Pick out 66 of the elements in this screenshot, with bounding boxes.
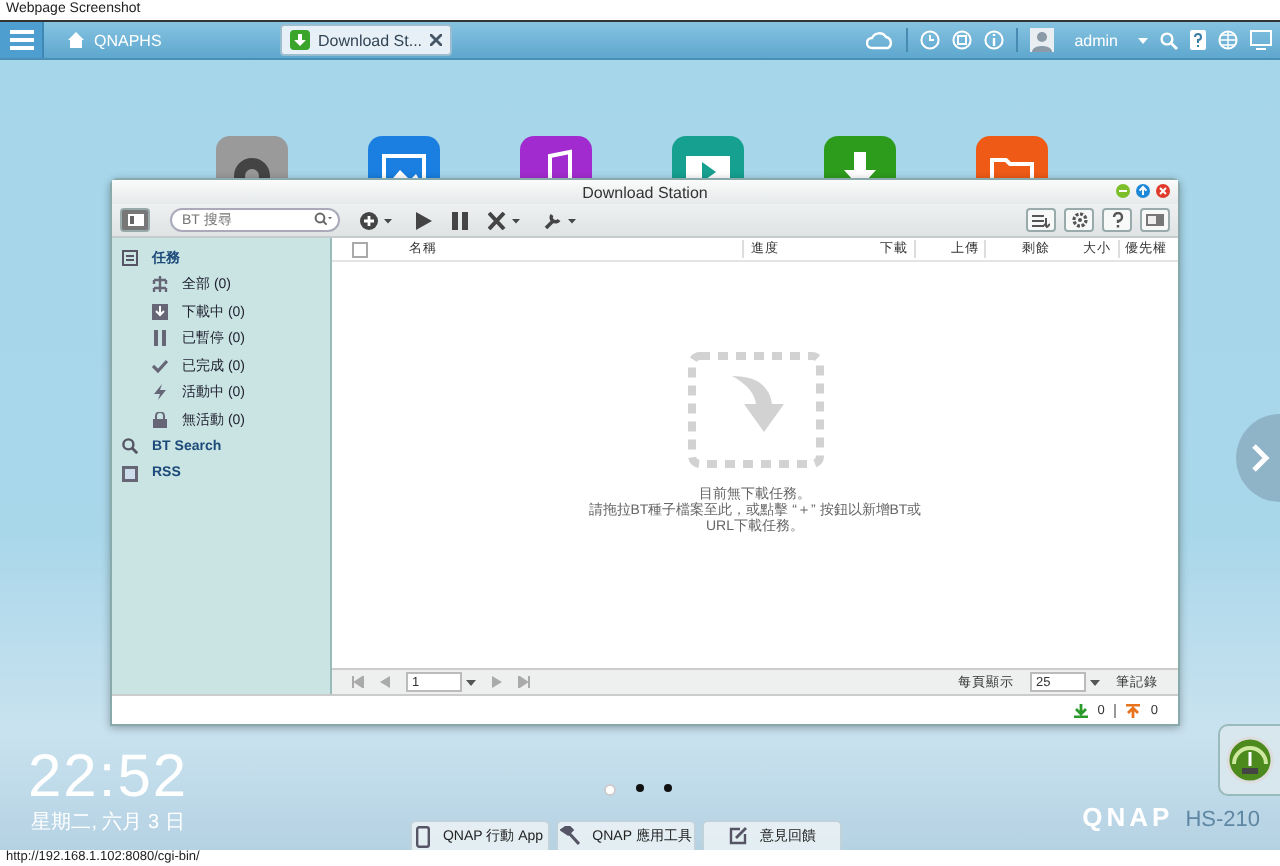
caret-icon[interactable] [466, 679, 476, 685]
panel-button[interactable] [1140, 208, 1170, 232]
settings-button[interactable] [1064, 208, 1094, 232]
photo-icon[interactable] [368, 136, 440, 178]
cloud-icon[interactable] [866, 30, 895, 50]
clock-date: 星期二, 六月 3 日 [31, 809, 185, 836]
minimize-icon[interactable] [1116, 184, 1130, 198]
maximize-icon[interactable] [1136, 184, 1150, 198]
tools-button[interactable] [544, 208, 580, 232]
download-icon [290, 30, 310, 50]
pause-button[interactable] [452, 208, 468, 232]
rss-icon [122, 465, 138, 482]
gauge-icon [1226, 736, 1274, 784]
download-icon [152, 303, 168, 320]
clock-time: 22:52 [28, 748, 189, 808]
sidebar-toggle-button[interactable] [120, 208, 150, 232]
help-icon[interactable] [1190, 30, 1206, 50]
close-icon[interactable] [430, 34, 443, 46]
info-icon[interactable] [984, 30, 1005, 50]
home-icon [68, 32, 84, 48]
page-dot[interactable] [604, 784, 616, 796]
settings-icon [1071, 212, 1087, 228]
sidebar-icon [127, 214, 143, 226]
avatar-icon [1030, 28, 1055, 52]
add-button[interactable] [360, 208, 396, 232]
help-icon [1111, 212, 1123, 228]
monitor-icon[interactable] [1250, 30, 1272, 50]
brand-logo: QNAP [1082, 802, 1174, 832]
window-title: Download Station [582, 183, 708, 201]
pause-icon [152, 330, 168, 347]
page-dot[interactable] [664, 784, 672, 792]
caret-icon[interactable] [1090, 679, 1100, 685]
phone-icon [416, 825, 431, 847]
network-icon [152, 276, 168, 293]
download-arrow-icon[interactable] [824, 136, 896, 178]
edit-icon [728, 826, 748, 846]
folder-icon[interactable] [976, 136, 1048, 178]
next-page-arrow-icon[interactable] [1232, 414, 1280, 502]
model-name: HS-210 [1185, 808, 1260, 832]
delete-button[interactable] [488, 208, 524, 232]
lock-icon [152, 411, 168, 428]
panel-icon [1146, 214, 1164, 226]
clock-icon[interactable] [920, 30, 941, 50]
lightning-icon [152, 384, 168, 401]
upload-icon [1126, 703, 1141, 717]
list-view-button[interactable] [1026, 208, 1056, 232]
play-button[interactable] [416, 208, 432, 232]
drop-zone-icon [687, 352, 823, 468]
list-icon [1032, 213, 1050, 227]
film-icon[interactable] [672, 136, 744, 178]
search-icon[interactable] [314, 212, 332, 226]
search-icon[interactable] [1160, 31, 1178, 49]
dashboard-widget[interactable] [1218, 724, 1280, 796]
app-tab[interactable]: Download St... [280, 24, 453, 56]
menu-icon [9, 30, 33, 50]
select-all-checkbox[interactable] [352, 241, 368, 257]
menu-button[interactable] [0, 22, 44, 58]
download-icon [1073, 703, 1088, 717]
hammer-icon [560, 826, 581, 846]
music-note-icon[interactable] [520, 136, 592, 178]
globe-icon[interactable] [1218, 30, 1238, 50]
search-icon [122, 438, 138, 455]
page-dot[interactable] [636, 784, 644, 792]
clipboard-icon [122, 249, 138, 266]
checkmark-icon [152, 357, 168, 374]
help-button[interactable] [1102, 208, 1132, 232]
